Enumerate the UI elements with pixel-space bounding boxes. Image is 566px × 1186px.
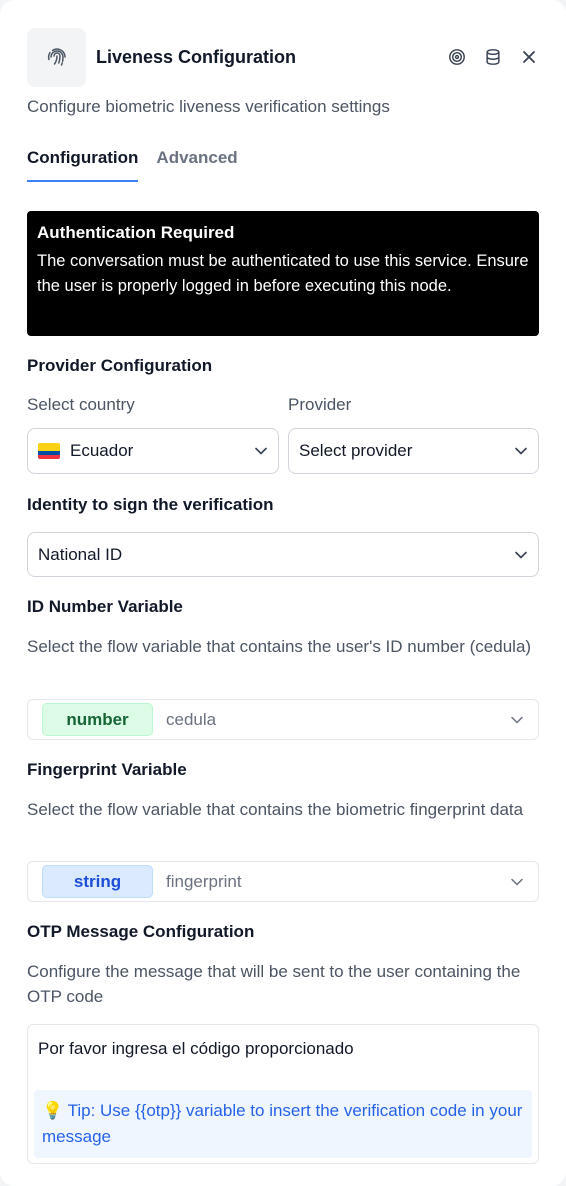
otp-tip: 💡 Tip: Use {{otp}} variable to insert th… (34, 1090, 532, 1158)
alert-body: The conversation must be authenticated t… (37, 252, 529, 295)
id-variable-help: Select the flow variable that contains t… (27, 637, 532, 656)
provider-label: Provider (288, 395, 352, 414)
chevron-down-icon (510, 875, 524, 889)
otp-message-text[interactable]: Por favor ingresa el código proporcionad… (38, 1039, 354, 1059)
tab-configuration[interactable]: Configuration (27, 148, 139, 182)
provider-select[interactable]: Select provider (288, 428, 539, 474)
auth-required-alert: Authentication Required The conversation… (27, 211, 539, 336)
identity-select[interactable]: National ID (27, 532, 539, 577)
fingerprint-icon (27, 27, 86, 87)
alert-title: Authentication Required (37, 223, 235, 242)
liveness-config-panel: Liveness Configuration Configure biometr… (0, 0, 566, 1186)
identity-label: Identity to sign the verification (27, 495, 274, 514)
country-label: Select country (27, 395, 135, 414)
chevron-down-icon (510, 713, 524, 727)
chevron-down-icon (514, 444, 528, 458)
fingerprint-variable-select[interactable]: string fingerprint (27, 861, 539, 902)
ecuador-flag-icon (38, 443, 60, 459)
chevron-down-icon (514, 548, 528, 562)
id-variable-value: cedula (166, 709, 217, 729)
chevron-down-icon (254, 444, 268, 458)
page-subtitle: Configure biometric liveness verificatio… (27, 97, 390, 116)
otp-config-help: Configure the message that will be sent … (27, 962, 521, 1006)
identity-value: National ID (38, 544, 123, 564)
provider-value: Select provider (299, 441, 413, 460)
target-icon[interactable] (447, 47, 467, 67)
database-icon[interactable] (483, 47, 503, 67)
id-variable-select[interactable]: number cedula (27, 699, 539, 740)
panel-header: Liveness Configuration (27, 27, 539, 87)
otp-config-label: OTP Message Configuration (27, 922, 255, 941)
close-icon (523, 51, 535, 63)
close-button[interactable] (519, 47, 539, 67)
fingerprint-variable-help: Select the flow variable that contains t… (27, 800, 524, 819)
page-title: Liveness Configuration (96, 46, 297, 67)
string-type-badge: string (42, 865, 153, 898)
id-variable-label: ID Number Variable (27, 597, 183, 616)
country-value: Ecuador (70, 441, 134, 460)
provider-config-title: Provider Configuration (27, 356, 213, 375)
otp-message-textarea[interactable]: Por favor ingresa el código proporcionad… (27, 1024, 539, 1164)
tab-bar: Configuration Advanced (27, 148, 238, 182)
fingerprint-variable-value: fingerprint (166, 871, 242, 891)
number-type-badge: number (42, 703, 153, 736)
header-actions (447, 47, 539, 67)
country-select[interactable]: Ecuador (27, 428, 279, 474)
tab-advanced[interactable]: Advanced (156, 148, 237, 182)
fingerprint-variable-label: Fingerprint Variable (27, 760, 187, 779)
